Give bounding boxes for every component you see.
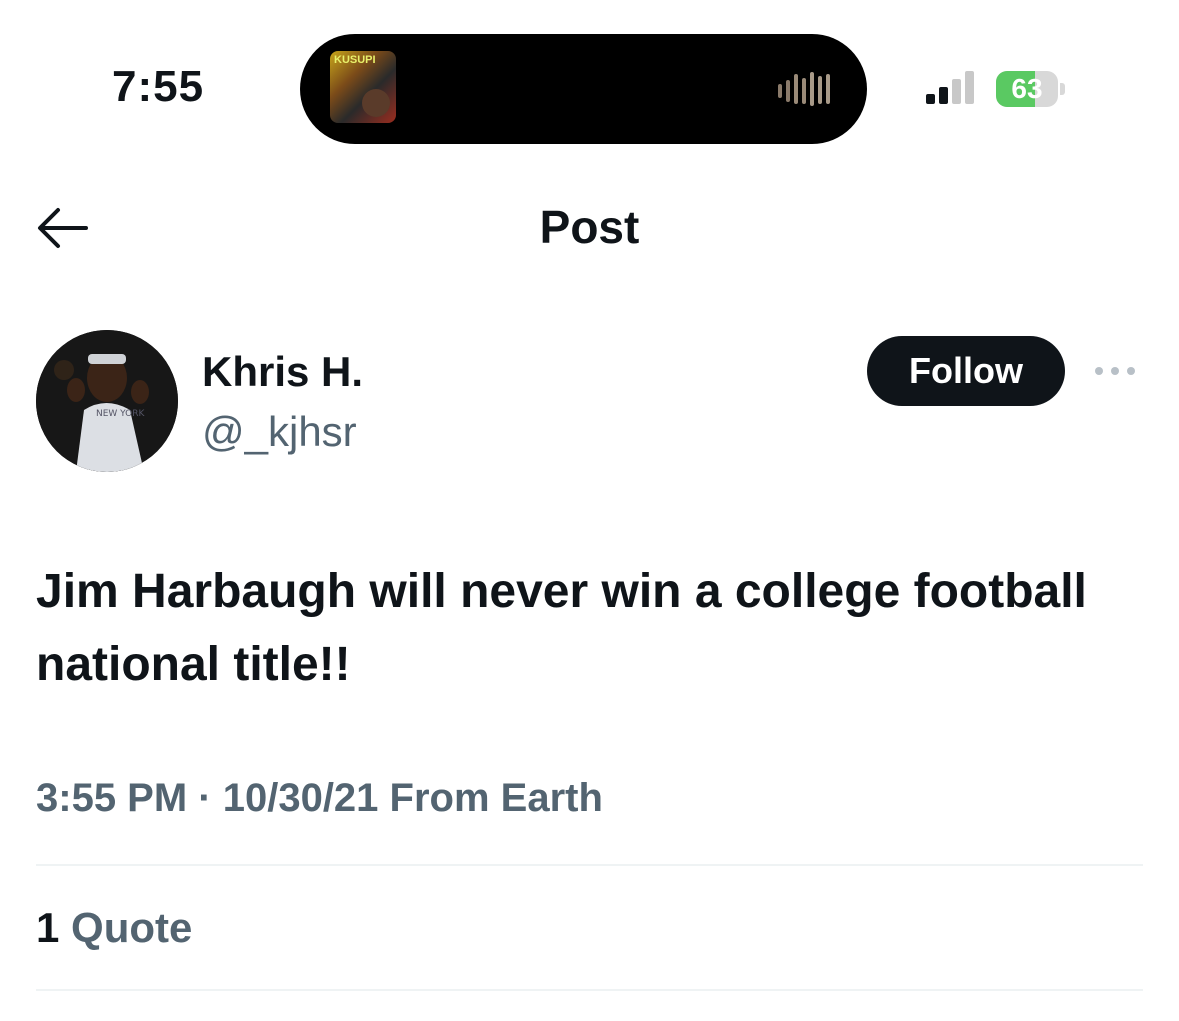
- author-display-name[interactable]: Khris H.: [202, 348, 363, 396]
- post-metadata: 3:55 PM · 10/30/21 From Earth: [36, 776, 603, 820]
- follow-button[interactable]: Follow: [867, 336, 1065, 406]
- album-art-figure: [362, 89, 390, 117]
- album-art-label: KUSUPI: [334, 54, 376, 66]
- svg-text:NEW YORK: NEW YORK: [96, 409, 146, 419]
- battery-indicator: 63: [996, 71, 1068, 107]
- page-title: Post: [539, 201, 640, 253]
- divider: [36, 864, 1143, 866]
- audio-waveform-icon: [778, 72, 830, 106]
- avatar-image: NEW YORK: [36, 330, 178, 472]
- battery-percent: 63: [1011, 73, 1043, 104]
- cellular-signal-icon: [926, 71, 974, 104]
- quote-label: Quote: [71, 904, 193, 951]
- dynamic-island[interactable]: KUSUPI: [300, 34, 867, 144]
- author-handle[interactable]: @_kjhsr: [202, 408, 357, 456]
- quote-count: 1: [36, 904, 60, 951]
- divider: [36, 989, 1143, 991]
- status-time: 7:55: [112, 62, 205, 111]
- more-horizontal-icon: [1095, 367, 1135, 375]
- quotes-stat[interactable]: 1 Quote: [36, 904, 192, 952]
- now-playing-album-art[interactable]: KUSUPI: [330, 51, 396, 123]
- battery-cap: [1060, 83, 1065, 95]
- post-text: Jim Harbaugh will never win a college fo…: [36, 565, 1087, 691]
- battery-body: 63: [996, 71, 1058, 107]
- more-options-button[interactable]: [1090, 358, 1140, 384]
- avatar[interactable]: NEW YORK: [36, 330, 178, 472]
